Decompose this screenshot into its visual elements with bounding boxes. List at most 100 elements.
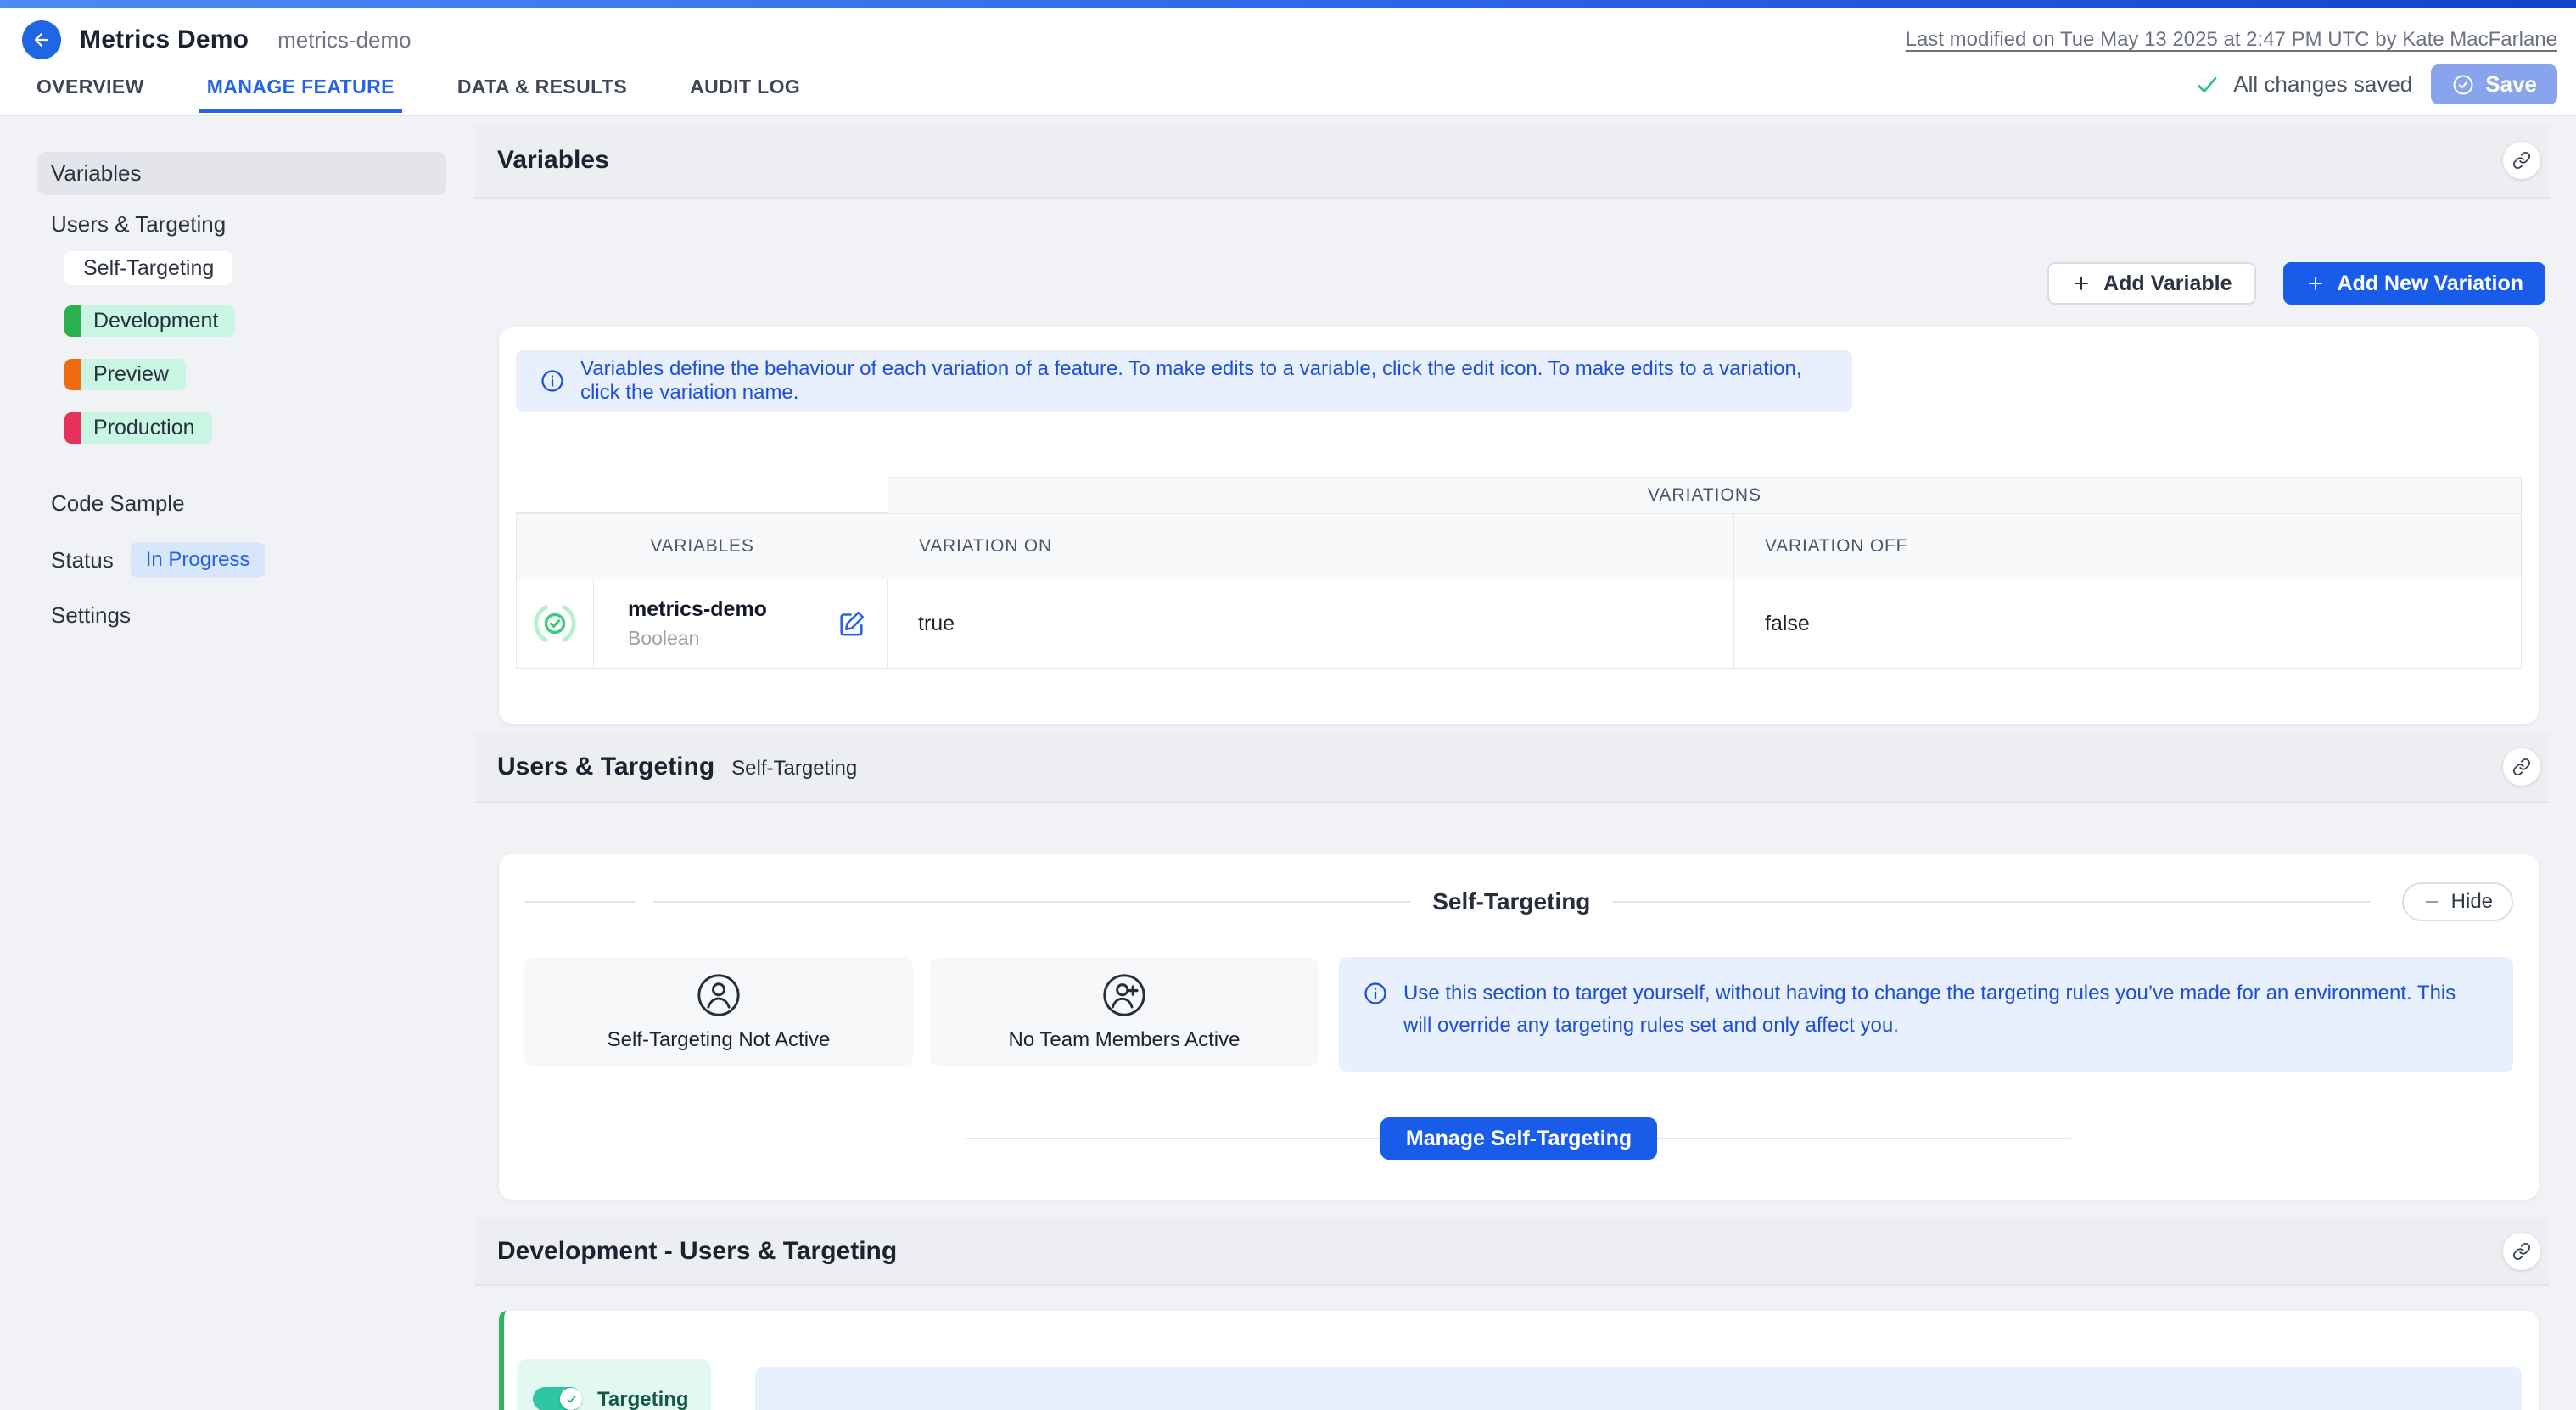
column-header-variation-on[interactable]: VARIATION ON <box>888 513 1733 579</box>
sidebar-item-code-sample[interactable]: Code Sample <box>37 490 475 517</box>
info-icon <box>540 368 565 394</box>
sidebar: Variables Users & Targeting Self-Targeti… <box>0 116 475 1402</box>
edit-variable-button[interactable] <box>837 609 866 638</box>
check-icon <box>2194 72 2220 98</box>
tab-data-results[interactable]: DATA & RESULTS <box>450 64 635 115</box>
column-header-variation-off[interactable]: VARIATION OFF <box>1733 513 2522 579</box>
self-targeting-title-row: Self-Targeting Hide <box>524 885 2513 919</box>
back-button[interactable] <box>22 20 61 59</box>
divider <box>1612 901 2369 903</box>
variables-info-text: Variables define the behaviour of each v… <box>580 357 1828 405</box>
development-heading: Development - Users & Targeting <box>497 1237 897 1266</box>
variable-type-icon-cell <box>516 579 594 669</box>
self-targeting-card: Self-Targeting Hide <box>499 854 2539 1200</box>
divider <box>653 901 1410 903</box>
sidebar-item-env-development[interactable]: Development <box>64 305 235 337</box>
info-icon <box>1363 981 1388 1006</box>
development-section-header: Development - Users & Targeting <box>475 1218 2549 1286</box>
manage-self-targeting-button[interactable]: Manage Self-Targeting <box>1380 1117 1657 1160</box>
users-targeting-heading: Users & Targeting <box>497 753 714 781</box>
hide-button[interactable]: Hide <box>2402 882 2513 921</box>
top-accent-bar <box>0 0 2576 8</box>
variation-off-value: false <box>1733 579 2522 669</box>
variables-actions-row: Add Variable Add New Variation <box>475 262 2549 305</box>
self-targeting-info-text: Use this section to target yourself, wit… <box>1403 977 2489 1042</box>
sidebar-item-variables[interactable]: Variables <box>37 152 446 195</box>
header: Metrics Demo metrics-demo Last modified … <box>0 8 2576 116</box>
page: Metrics Demo metrics-demo Last modified … <box>0 0 2576 1410</box>
users-targeting-subheading: Self-Targeting <box>731 757 857 781</box>
self-targeting-title: Self-Targeting <box>1432 888 1590 915</box>
variable-type: Boolean <box>628 627 767 650</box>
link-icon <box>2512 758 2531 776</box>
add-variable-button[interactable]: Add Variable <box>2047 262 2255 305</box>
save-button[interactable]: Save <box>2431 64 2557 104</box>
feature-slug: metrics-demo <box>277 27 411 53</box>
targeting-toggle-box: Targeting ON <box>517 1359 711 1410</box>
sidebar-item-label: Self-Targeting <box>83 256 214 281</box>
env-color-bar <box>64 305 81 337</box>
saved-status-text: All changes saved <box>2233 71 2412 98</box>
last-modified-text: Last modified on Tue May 13 2025 at 2:47… <box>1906 28 2557 52</box>
user-circle-icon <box>696 972 742 1018</box>
tab-bar: OVERVIEW MANAGE FEATURE DATA & RESULTS A… <box>29 64 855 115</box>
add-variable-label: Add Variable <box>2103 271 2232 296</box>
variables-card: Variables define the behaviour of each v… <box>499 327 2539 724</box>
sidebar-item-status[interactable]: Status In Progress <box>37 542 475 578</box>
variations-group-header: VARIATIONS <box>888 477 2522 513</box>
variable-name: metrics-demo <box>628 597 767 622</box>
users-targeting-link-button[interactable] <box>2503 748 2540 786</box>
development-info-banner: Use targeting rules to configure who wil… <box>755 1367 2522 1410</box>
sidebar-item-users-targeting[interactable]: Users & Targeting <box>37 210 475 238</box>
sidebar-item-label: Users & Targeting <box>51 211 226 238</box>
plus-icon <box>2071 273 2092 294</box>
variables-info-banner: Variables define the behaviour of each v… <box>516 350 1852 412</box>
link-icon <box>2512 1242 2531 1261</box>
hide-button-label: Hide <box>2451 890 2493 914</box>
sidebar-item-settings[interactable]: Settings <box>37 601 475 629</box>
development-link-button[interactable] <box>2503 1233 2540 1270</box>
sidebar-item-env-production[interactable]: Production <box>64 412 212 444</box>
edit-icon <box>837 609 866 638</box>
variables-link-button[interactable] <box>2503 142 2540 179</box>
env-label: Development <box>81 309 235 333</box>
self-targeting-status-card: Self-Targeting Not Active <box>524 957 913 1067</box>
team-members-status-card: No Team Members Active <box>930 957 1319 1067</box>
table-corner-cell <box>516 477 888 513</box>
variable-name-cell: metrics-demo Boolean <box>594 579 888 669</box>
page-title: Metrics Demo <box>80 25 249 54</box>
tab-audit-log[interactable]: AUDIT LOG <box>682 64 808 115</box>
header-tabs-row: OVERVIEW MANAGE FEATURE DATA & RESULTS A… <box>22 64 2557 115</box>
circle-check-icon <box>2451 73 2475 97</box>
tab-overview[interactable]: OVERVIEW <box>29 64 152 115</box>
sidebar-item-label: Code Sample <box>51 490 185 517</box>
sidebar-environment-list: Development Preview Production <box>37 305 475 466</box>
main-content: Variables Add Variable <box>475 116 2549 1402</box>
env-color-bar <box>64 359 81 390</box>
manage-self-targeting-row: Manage Self-Targeting <box>524 1117 2513 1160</box>
minus-icon <box>2422 892 2441 911</box>
save-button-label: Save <box>2485 71 2537 98</box>
tab-manage-feature[interactable]: MANAGE FEATURE <box>199 64 402 115</box>
header-title-row: Metrics Demo metrics-demo Last modified … <box>22 8 2557 64</box>
self-targeting-status-row: Self-Targeting Not Active No Team Member… <box>524 957 2513 1072</box>
env-label: Preview <box>81 362 186 387</box>
sidebar-item-label: Variables <box>51 160 141 187</box>
development-targeting-card: Targeting ON Use targeting rules to conf… <box>499 1311 2539 1410</box>
sidebar-item-self-targeting[interactable]: Self-Targeting <box>64 251 232 285</box>
save-area: All changes saved Save <box>2194 64 2557 104</box>
divider <box>524 901 636 903</box>
add-new-variation-button[interactable]: Add New Variation <box>2283 262 2545 305</box>
variation-on-value: true <box>888 579 1733 669</box>
user-plus-circle-icon <box>1101 972 1147 1018</box>
team-members-status-label: No Team Members Active <box>1009 1028 1240 1052</box>
users-targeting-section-header: Users & Targeting Self-Targeting <box>475 733 2549 803</box>
variable-status-icon <box>533 601 577 646</box>
variables-heading: Variables <box>497 146 609 175</box>
targeting-toggle[interactable] <box>533 1387 582 1410</box>
sidebar-item-env-preview[interactable]: Preview <box>64 359 186 390</box>
targeting-toggle-label: Targeting ON <box>597 1388 711 1410</box>
add-new-variation-label: Add New Variation <box>2338 271 2523 296</box>
toggle-knob <box>560 1388 582 1410</box>
plus-icon <box>2305 273 2326 294</box>
